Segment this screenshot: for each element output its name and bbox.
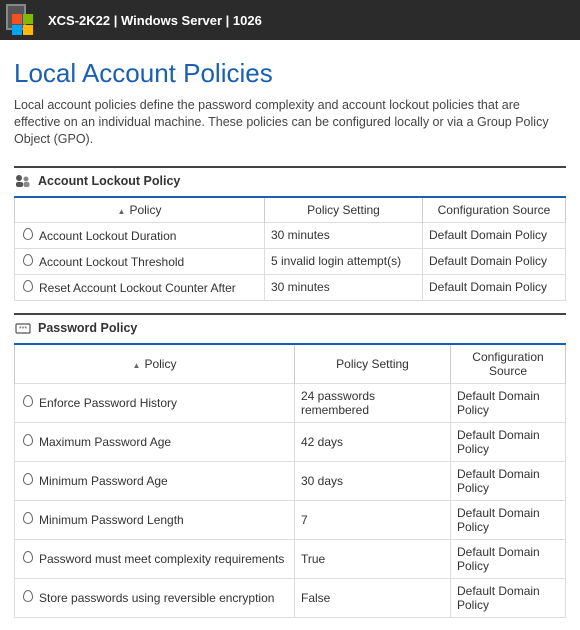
policy-name: Account Lockout Threshold xyxy=(39,255,184,269)
policy-setting: 42 days xyxy=(295,422,451,461)
policy-icon xyxy=(21,254,35,269)
policy-setting: True xyxy=(295,539,451,578)
policy-name: Account Lockout Duration xyxy=(39,229,176,243)
table-row[interactable]: Maximum Password Age 42 days Default Dom… xyxy=(15,422,566,461)
section-header-lockout: Account Lockout Policy xyxy=(14,166,566,192)
table-row[interactable]: Minimum Password Length 7 Default Domain… xyxy=(15,500,566,539)
lockout-policy-table: Policy Policy Setting Configuration Sour… xyxy=(14,196,566,301)
policy-icon xyxy=(21,473,35,488)
policy-source: Default Domain Policy xyxy=(451,461,566,500)
policy-name: Store passwords using reversible encrypt… xyxy=(39,591,274,605)
app-logo-icon xyxy=(8,6,36,34)
col-header-policy[interactable]: Policy xyxy=(15,344,295,384)
policy-setting: 24 passwords remembered xyxy=(295,383,451,422)
policy-name: Password must meet complexity requiremen… xyxy=(39,552,284,566)
policy-icon xyxy=(21,512,35,527)
policy-setting: 30 days xyxy=(295,461,451,500)
content-area: Local Account Policies Local account pol… xyxy=(0,40,580,630)
policy-name: Minimum Password Length xyxy=(39,513,184,527)
table-row[interactable]: Enforce Password History 24 passwords re… xyxy=(15,383,566,422)
table-row[interactable]: Reset Account Lockout Counter After 30 m… xyxy=(15,274,566,300)
topbar: XCS-2K22 | Windows Server | 1026 xyxy=(0,0,580,40)
policy-icon xyxy=(21,590,35,605)
policy-setting: False xyxy=(295,578,451,617)
password-policy-table: Policy Policy Setting Configuration Sour… xyxy=(14,343,566,618)
col-header-source[interactable]: Configuration Source xyxy=(451,344,566,384)
col-header-source[interactable]: Configuration Source xyxy=(423,197,566,223)
policy-source: Default Domain Policy xyxy=(451,539,566,578)
table-row[interactable]: Minimum Password Age 30 days Default Dom… xyxy=(15,461,566,500)
policy-name: Maximum Password Age xyxy=(39,435,171,449)
policy-name: Minimum Password Age xyxy=(39,474,168,488)
table-row[interactable]: Store passwords using reversible encrypt… xyxy=(15,578,566,617)
policy-source: Default Domain Policy xyxy=(423,274,566,300)
account-lockout-icon xyxy=(14,174,32,188)
section-header-password: *** Password Policy xyxy=(14,313,566,339)
policy-source: Default Domain Policy xyxy=(451,500,566,539)
policy-source: Default Domain Policy xyxy=(451,422,566,461)
policy-setting: 30 minutes xyxy=(265,222,423,248)
col-header-policy[interactable]: Policy xyxy=(15,197,265,223)
section-title: Account Lockout Policy xyxy=(38,174,180,188)
col-header-setting[interactable]: Policy Setting xyxy=(265,197,423,223)
policy-source: Default Domain Policy xyxy=(423,222,566,248)
policy-setting: 30 minutes xyxy=(265,274,423,300)
topbar-title: XCS-2K22 | Windows Server | 1026 xyxy=(48,13,262,28)
policy-source: Default Domain Policy xyxy=(451,383,566,422)
policy-icon xyxy=(21,434,35,449)
policy-setting: 7 xyxy=(295,500,451,539)
policy-source: Default Domain Policy xyxy=(423,248,566,274)
policy-icon xyxy=(21,551,35,566)
page-title: Local Account Policies xyxy=(14,58,566,89)
table-row[interactable]: Account Lockout Duration 30 minutes Defa… xyxy=(15,222,566,248)
svg-text:***: *** xyxy=(19,326,27,333)
policy-setting: 5 invalid login attempt(s) xyxy=(265,248,423,274)
policy-source: Default Domain Policy xyxy=(451,578,566,617)
table-row[interactable]: Account Lockout Threshold 5 invalid logi… xyxy=(15,248,566,274)
table-row[interactable]: Password must meet complexity requiremen… xyxy=(15,539,566,578)
page-intro: Local account policies define the passwo… xyxy=(14,97,566,148)
policy-icon xyxy=(21,228,35,243)
policy-name: Reset Account Lockout Counter After xyxy=(39,281,236,295)
col-header-setting[interactable]: Policy Setting xyxy=(295,344,451,384)
policy-icon xyxy=(21,280,35,295)
section-title: Password Policy xyxy=(38,321,137,335)
policy-icon xyxy=(21,395,35,410)
policy-name: Enforce Password History xyxy=(39,396,177,410)
password-policy-icon: *** xyxy=(14,321,32,335)
